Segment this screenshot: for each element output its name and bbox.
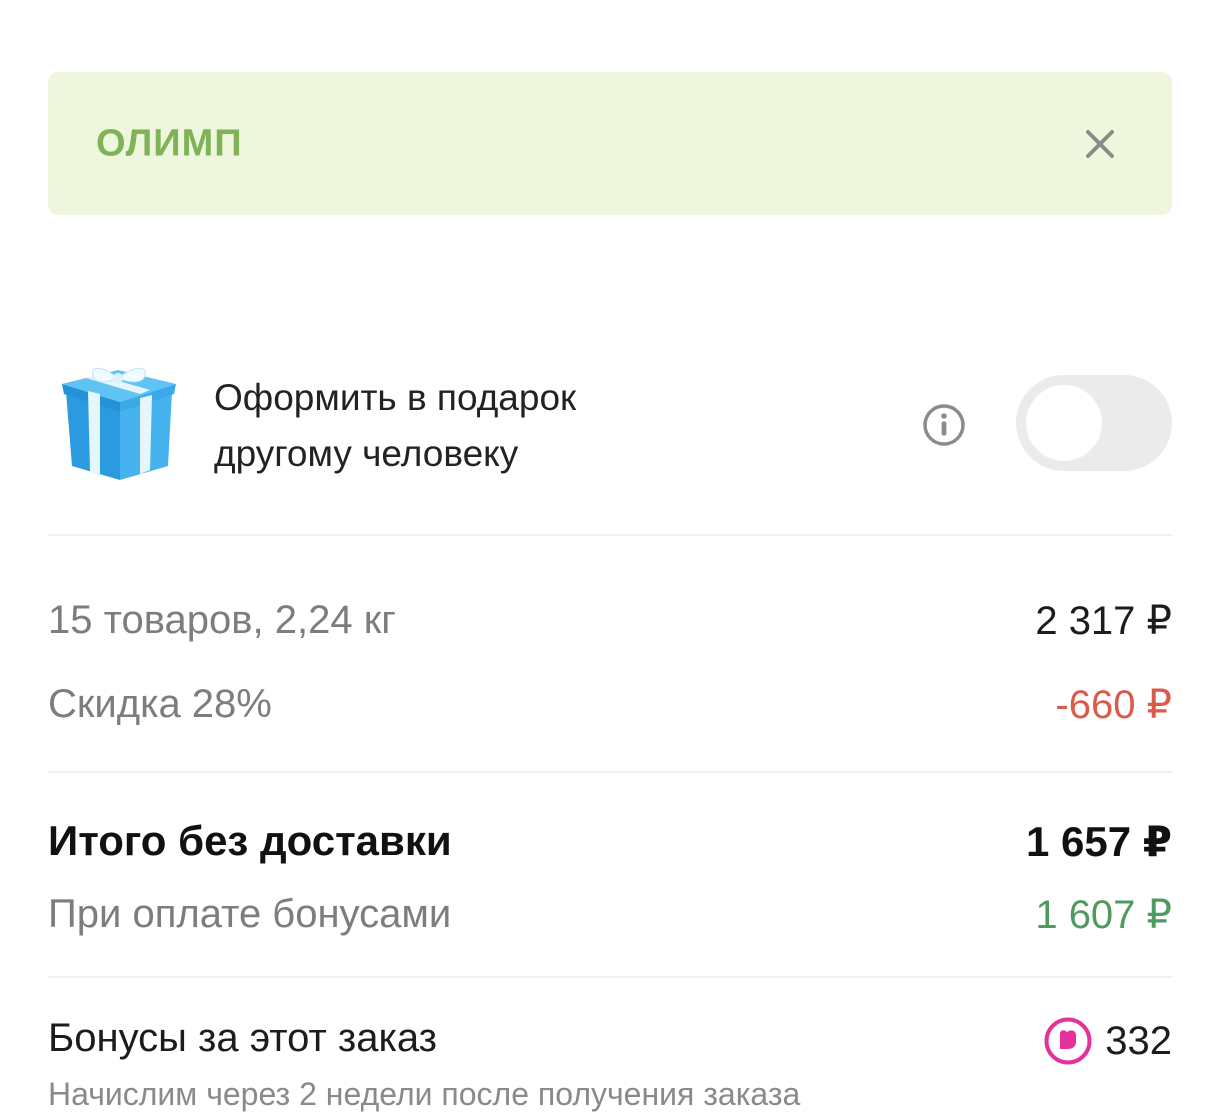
promo-code-banner: ОЛИМП — [48, 72, 1172, 215]
bonuses-value: 332 — [1105, 1018, 1172, 1063]
bonus-payment-value: 1 607 ₽ — [1035, 893, 1172, 937]
toggle-knob — [1026, 385, 1102, 461]
gift-toggle-switch[interactable] — [1016, 375, 1172, 471]
items-count-weight: 15 товаров, 2,24 кг — [48, 598, 396, 642]
gift-option-label: Оформить в подарок другому человеку — [214, 370, 834, 482]
bonuses-amount: 332 — [1043, 1016, 1172, 1066]
heart-bonus-icon — [1043, 1016, 1093, 1066]
gift-label-line-1: Оформить в подарок — [214, 377, 577, 418]
divider — [48, 771, 1172, 773]
gift-box-icon — [60, 362, 178, 484]
bonuses-note: Начислим через 2 недели после получения … — [48, 1076, 801, 1112]
bonus-payment-label: При оплате бонусами — [48, 892, 452, 936]
discount-label: Скидка 28% — [48, 682, 272, 726]
close-icon[interactable] — [1080, 124, 1120, 164]
total-label: Итого без доставки — [48, 817, 452, 864]
bonuses-label: Бонусы за этот заказ — [48, 1016, 438, 1060]
discount-value: -660 ₽ — [1055, 683, 1172, 727]
total-value: 1 657 ₽ — [1026, 818, 1172, 865]
gift-label-line-2: другому человеку — [214, 433, 519, 474]
info-icon[interactable] — [922, 403, 966, 447]
promo-code-text: ОЛИМП — [96, 122, 243, 164]
gift-option-row: Оформить в подарок другому человеку — [48, 350, 1172, 500]
divider — [48, 976, 1172, 978]
divider — [48, 534, 1172, 536]
items-price: 2 317 ₽ — [1035, 599, 1172, 643]
